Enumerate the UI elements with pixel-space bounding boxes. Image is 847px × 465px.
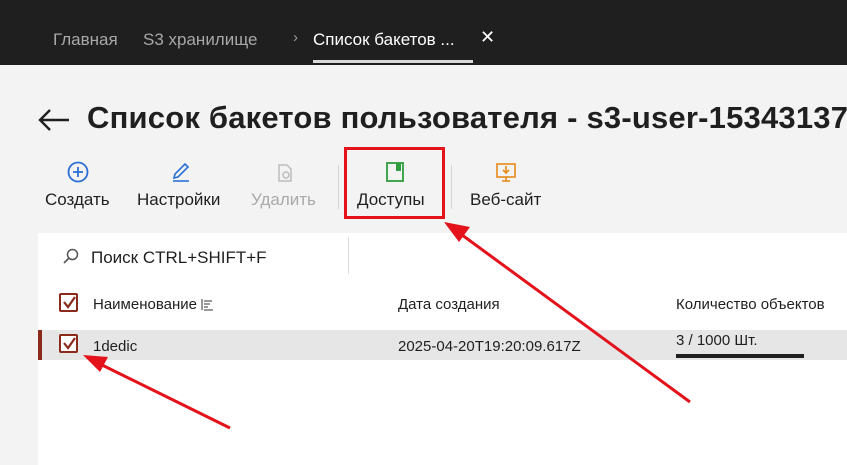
row-checkbox[interactable] xyxy=(59,334,78,353)
tab-s3-storage[interactable]: S3 хранилище xyxy=(143,30,257,50)
checkmark-icon xyxy=(63,337,76,350)
select-all-checkbox[interactable] xyxy=(59,293,78,312)
trash-icon xyxy=(278,164,292,182)
object-count-progress-bar xyxy=(676,354,804,358)
column-header-name[interactable]: Наименование xyxy=(93,296,197,313)
close-tab-icon[interactable]: ✕ xyxy=(480,28,495,46)
download-monitor-icon xyxy=(496,163,516,182)
column-header-created[interactable]: Дата создания xyxy=(398,296,500,313)
delete-button[interactable]: Удалить xyxy=(251,190,316,210)
search-input[interactable]: Поиск CTRL+SHIFT+F xyxy=(91,248,267,268)
column-header-object-count[interactable]: Количество объектов xyxy=(676,296,825,313)
toolbar-separator xyxy=(338,165,339,209)
arrow-left-icon[interactable] xyxy=(37,103,71,137)
search-icon xyxy=(63,248,79,264)
website-button[interactable]: Веб-сайт xyxy=(470,190,541,210)
toolbar-separator xyxy=(451,165,452,209)
page-title: Список бакетов пользователя - s3-user-15… xyxy=(87,100,847,135)
active-tab-indicator xyxy=(313,60,473,63)
object-count-progress-fill xyxy=(676,354,804,358)
checkmark-icon xyxy=(63,296,76,309)
breadcrumb-separator: › xyxy=(293,29,298,46)
settings-button[interactable]: Настройки xyxy=(137,190,220,210)
access-highlight-box xyxy=(344,147,445,219)
bucket-created-date: 2025-04-20T19:20:09.617Z xyxy=(398,338,581,355)
bucket-object-count: 3 / 1000 Шт. xyxy=(676,332,758,349)
selected-row-indicator xyxy=(38,330,42,360)
plus-circle-icon xyxy=(67,161,89,183)
create-button[interactable]: Создать xyxy=(45,190,110,210)
bucket-name[interactable]: 1dedic xyxy=(93,338,137,355)
tab-bucket-list[interactable]: Список бакетов ... xyxy=(313,30,455,50)
search-divider xyxy=(348,237,349,274)
pencil-icon xyxy=(172,162,190,182)
tab-home[interactable]: Главная xyxy=(53,30,118,50)
sort-icon[interactable] xyxy=(200,297,214,311)
